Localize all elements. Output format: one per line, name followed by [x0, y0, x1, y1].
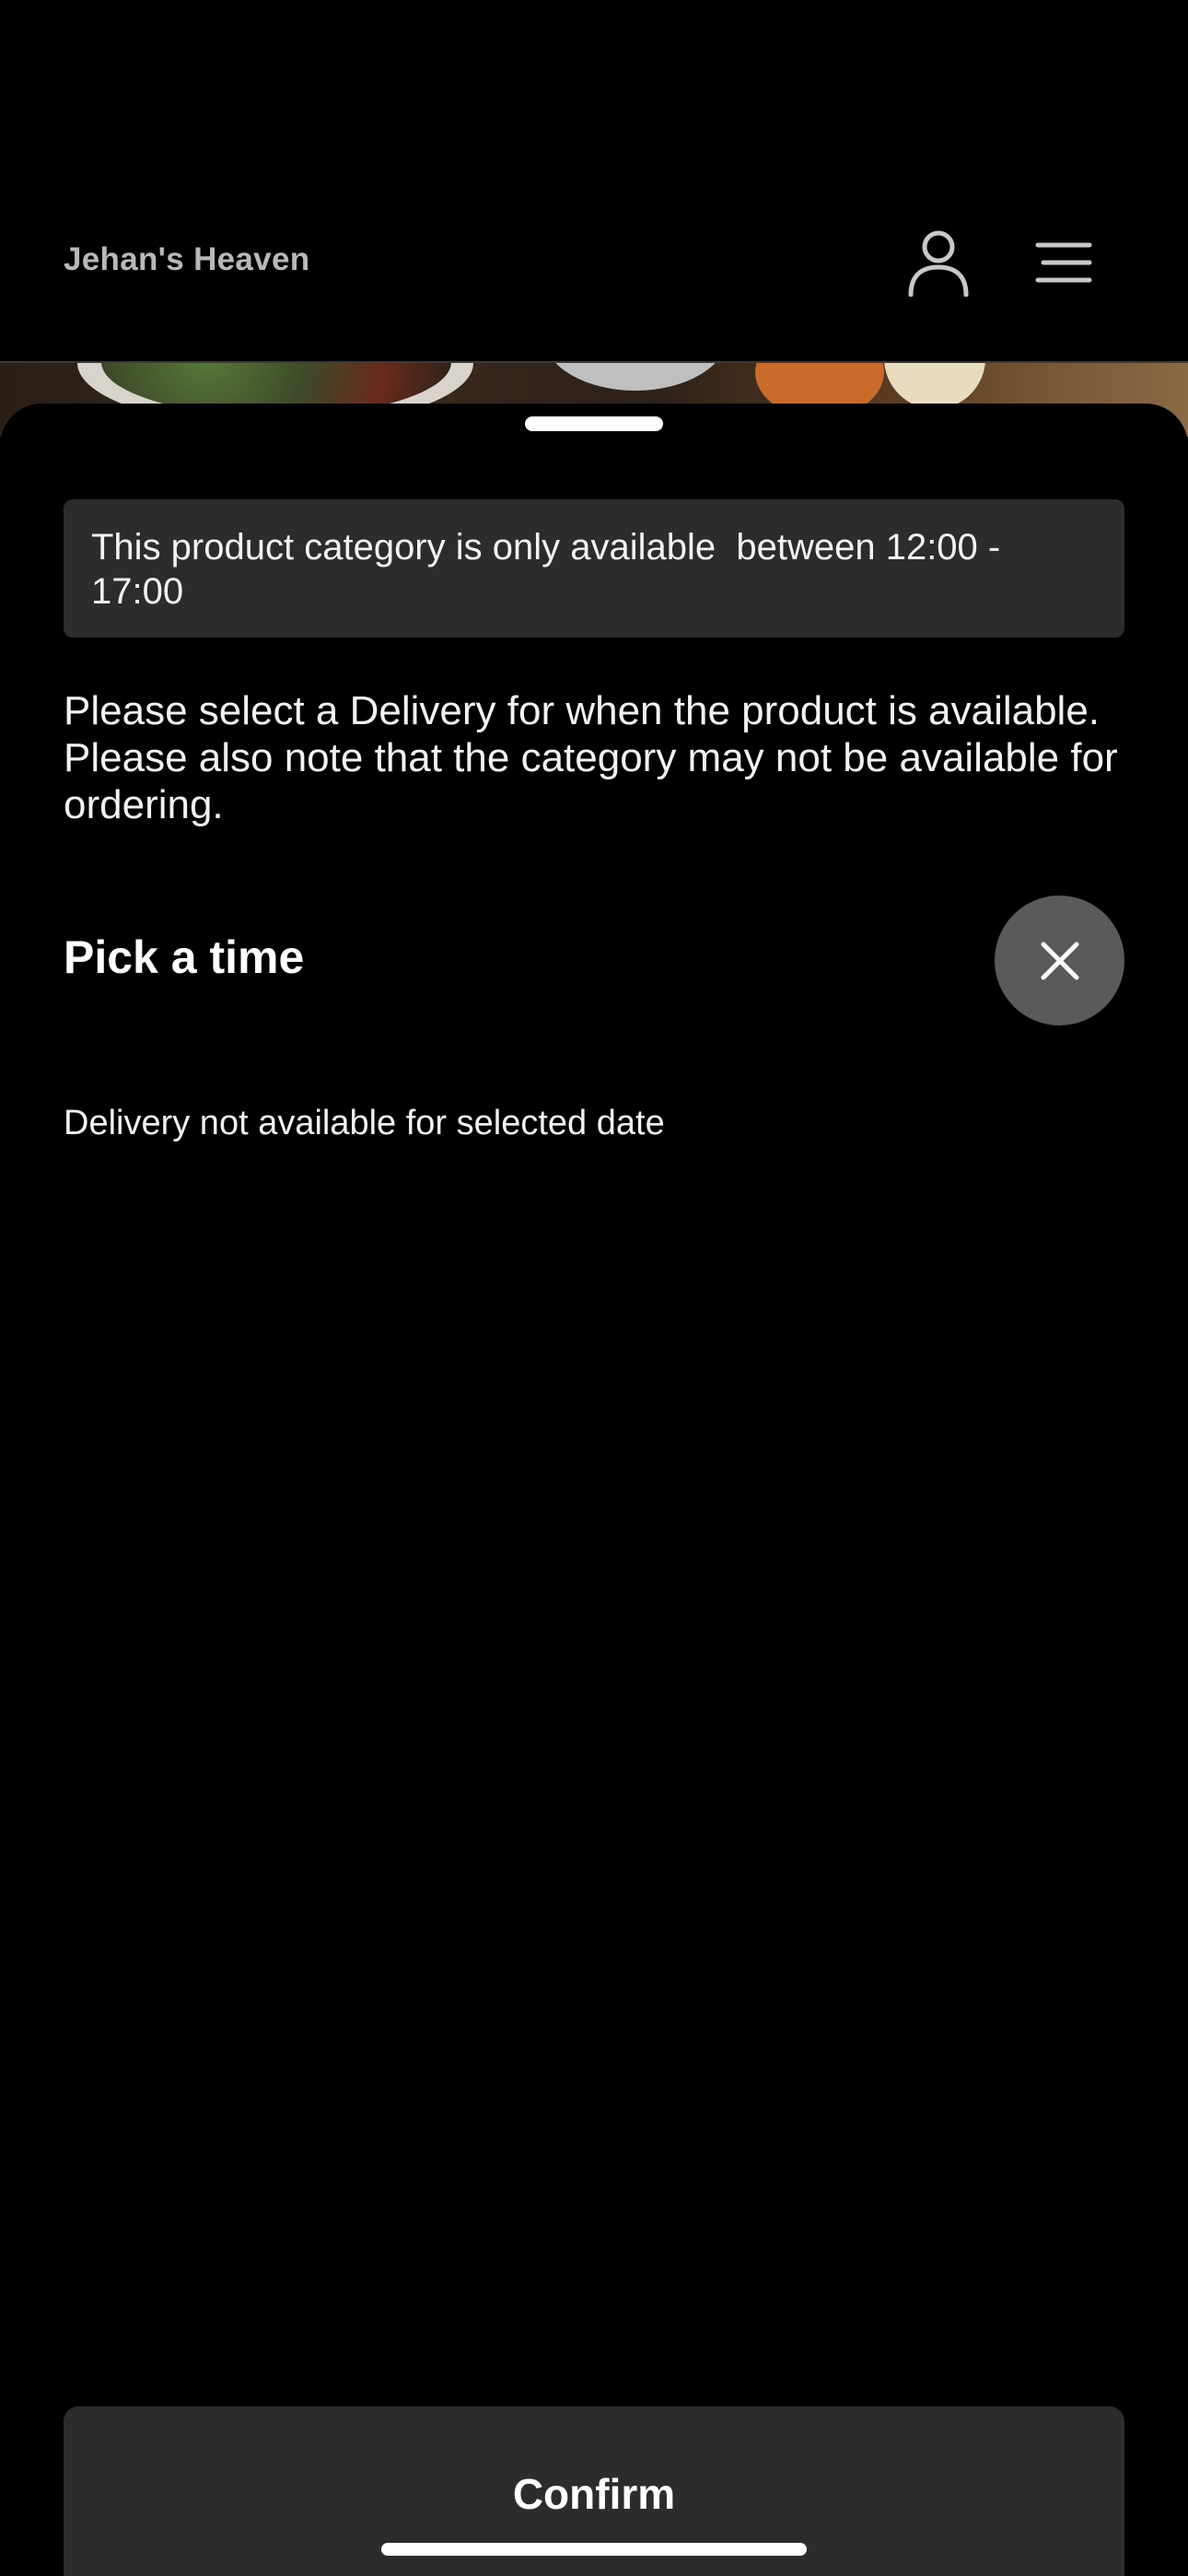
home-indicator[interactable] [381, 2543, 807, 2556]
close-button[interactable] [995, 896, 1124, 1025]
brand-name[interactable]: Jehan's Heaven [64, 241, 309, 278]
top-header: Jehan's Heaven [0, 0, 1188, 363]
app-screen: Jehan's Heaven This product category is … [0, 0, 1188, 2576]
close-icon [1041, 942, 1078, 979]
menu-button[interactable] [1022, 221, 1105, 304]
profile-button[interactable] [897, 221, 980, 304]
availability-notice: This product category is only available … [64, 499, 1124, 638]
hamburger-menu-icon [1035, 242, 1092, 283]
delivery-unavailable-message: Delivery not available for selected date [64, 1104, 665, 1142]
person-icon [908, 230, 969, 297]
pick-time-title: Pick a time [64, 931, 305, 983]
sheet-grabber[interactable] [525, 416, 663, 431]
time-picker-sheet: This product category is only available … [0, 404, 1188, 2576]
delivery-instructions: Please select a Delivery for when the pr… [64, 688, 1118, 827]
